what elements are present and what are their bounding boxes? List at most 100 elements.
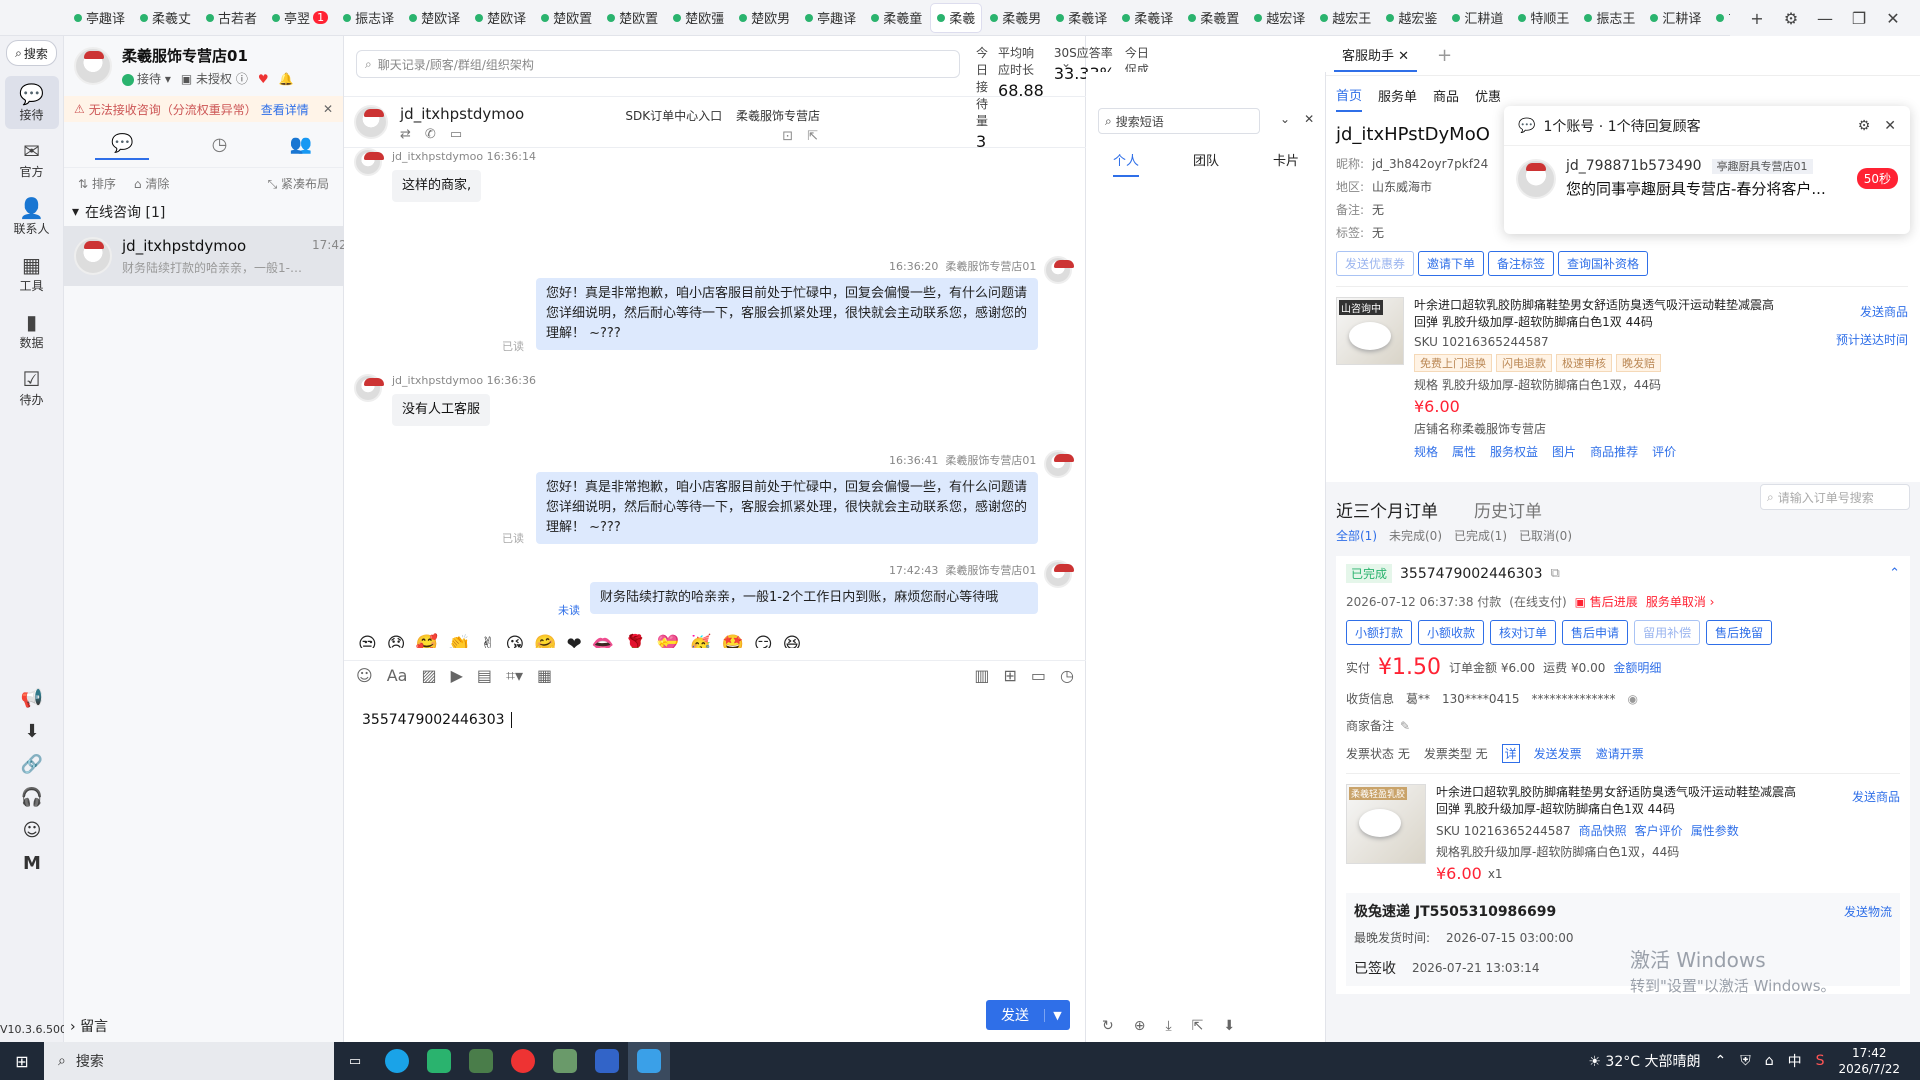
clear-button[interactable]: ⌂ 清除 bbox=[134, 175, 169, 192]
product-link[interactable]: 属性 bbox=[1452, 443, 1476, 460]
send-invoice-link[interactable]: 发送发票 bbox=[1534, 745, 1582, 762]
tab-service-order[interactable]: 服务单 bbox=[1378, 86, 1417, 105]
bot-icon[interactable]: ☺ bbox=[0, 820, 64, 841]
emoji-button[interactable]: 😞 bbox=[387, 634, 406, 648]
new-tab-button[interactable]: + bbox=[1740, 9, 1774, 28]
customer-action-button[interactable]: 备注标签 bbox=[1488, 251, 1555, 276]
compact-layout-button[interactable]: ⤡ 紧凑布局 bbox=[268, 175, 329, 192]
order-filter[interactable]: 已完成(1) bbox=[1454, 527, 1507, 544]
emoji-button[interactable]: 😒 bbox=[358, 634, 377, 648]
emoji-button[interactable]: 😆 bbox=[783, 634, 802, 648]
image-icon[interactable]: ▨ bbox=[421, 666, 436, 685]
add-icon[interactable]: ⊕ bbox=[1134, 1018, 1146, 1034]
chevron-down-icon[interactable]: ▼ bbox=[1044, 1008, 1070, 1022]
top-tab[interactable]: 亭趣译 bbox=[799, 4, 862, 32]
nav-search-button[interactable]: ⌕ 搜索 bbox=[6, 40, 57, 66]
bookmark-icon[interactable]: ⊡ bbox=[782, 129, 793, 144]
chevron-up-icon[interactable]: ⌃ bbox=[1889, 566, 1900, 581]
emoji-button[interactable]: 🥰 bbox=[416, 634, 438, 648]
comment-icon[interactable]: ▭ bbox=[1031, 666, 1046, 685]
tab-product[interactable]: 商品 bbox=[1433, 86, 1459, 105]
nav-item-2[interactable]: 👤 联系人 bbox=[5, 190, 59, 243]
auth-status[interactable]: ▣ 未授权 ⓘ bbox=[181, 70, 248, 87]
invite-invoice-link[interactable]: 邀请开票 bbox=[1596, 745, 1644, 762]
top-tab[interactable]: 亭翌 1 bbox=[266, 4, 334, 32]
export-icon[interactable]: ⇱ bbox=[1192, 1018, 1204, 1034]
megaphone-icon[interactable]: 📢 bbox=[0, 688, 64, 709]
tab-team[interactable]: 团队 bbox=[1193, 150, 1219, 177]
order-filter[interactable]: 未完成(0) bbox=[1389, 527, 1442, 544]
gear-icon[interactable]: ⚙ bbox=[1774, 9, 1808, 28]
product-link[interactable]: 图片 bbox=[1552, 443, 1576, 460]
send-product-button[interactable]: 发送商品 bbox=[1852, 788, 1900, 805]
shop-avatar[interactable] bbox=[74, 47, 112, 85]
params-link[interactable]: 属性参数 bbox=[1691, 822, 1739, 839]
emoji-button[interactable]: 🥳 bbox=[689, 634, 711, 648]
order-action-button[interactable]: 留用补偿 bbox=[1634, 620, 1701, 645]
emoji-button[interactable]: 😘 bbox=[505, 634, 524, 648]
emoji-button[interactable]: 👏 bbox=[448, 634, 470, 648]
task-view-icon[interactable]: ▭ bbox=[334, 1042, 376, 1080]
edit-icon[interactable]: ✎ bbox=[1400, 719, 1410, 733]
top-tab[interactable]: 汇耕道 bbox=[1446, 4, 1509, 32]
nav-item-4[interactable]: ▮ 数据 bbox=[5, 304, 59, 357]
transfer-icon[interactable]: ⇄ bbox=[400, 127, 411, 142]
close-icon[interactable]: ✕ bbox=[1884, 118, 1896, 134]
order-action-button[interactable]: 售后申请 bbox=[1562, 620, 1629, 645]
top-tab[interactable]: 越宏译 bbox=[1248, 4, 1311, 32]
customer-action-button[interactable]: 邀请下单 bbox=[1418, 251, 1485, 276]
tab-coupon[interactable]: 优惠 bbox=[1475, 86, 1501, 105]
message-icon[interactable]: ▭ bbox=[450, 127, 462, 142]
shield-icon[interactable]: ⛨ bbox=[1740, 1053, 1751, 1069]
top-tab[interactable]: 楚欧译 bbox=[469, 4, 532, 32]
emoji-button[interactable]: 👄 bbox=[592, 634, 614, 648]
table-icon[interactable]: ▦ bbox=[537, 666, 552, 685]
tab-personal[interactable]: 个人 bbox=[1112, 150, 1139, 177]
popup-item[interactable]: jd_798871b573490 亭趣厨具专营店01 您的同事亭趣厨具专营店-春分… bbox=[1504, 146, 1910, 211]
top-tab[interactable]: 亭趣译 bbox=[68, 4, 131, 32]
after-sale-progress[interactable]: ▣ 售后进展 bbox=[1575, 593, 1638, 610]
order-action-button[interactable]: 小额收款 bbox=[1418, 620, 1485, 645]
chevron-down-icon[interactable]: ⌄ bbox=[1061, 56, 1071, 70]
copy-icon[interactable]: ⧉ bbox=[1551, 566, 1560, 581]
online-section-header[interactable]: ▾ 在线咨询 [1] bbox=[64, 198, 343, 226]
gear-icon[interactable]: ⚙ bbox=[1858, 118, 1871, 134]
order-filter[interactable]: 已取消(0) bbox=[1519, 527, 1572, 544]
order-action-button[interactable]: 售后挽留 bbox=[1706, 620, 1773, 645]
top-tab[interactable]: 楚欧置 bbox=[535, 4, 598, 32]
top-tab[interactable]: 汇耕译 bbox=[1644, 4, 1707, 32]
product-image[interactable]: 柔羲轻盈乳胶 bbox=[1346, 784, 1426, 864]
send-product-button[interactable]: 发送商品 bbox=[1860, 303, 1908, 320]
edge-icon[interactable] bbox=[376, 1042, 418, 1080]
antivirus-icon[interactable]: S bbox=[1816, 1053, 1825, 1069]
jd-chat-icon[interactable] bbox=[628, 1042, 670, 1080]
phrase-search-input[interactable]: ⌕ 搜索短语 bbox=[1098, 108, 1260, 134]
archive-icon[interactable]: ▥ bbox=[974, 666, 989, 685]
emoji-button[interactable]: 🤩 bbox=[721, 634, 743, 648]
top-tab[interactable]: 柔羲男 bbox=[984, 4, 1047, 32]
top-tab[interactable]: 楚欧置 bbox=[601, 4, 664, 32]
product-link[interactable]: 服务权益 bbox=[1490, 443, 1538, 460]
tab-card[interactable]: 卡片 bbox=[1273, 150, 1299, 177]
emoji-button[interactable]: 🌹 bbox=[624, 634, 646, 648]
app-icon[interactable] bbox=[502, 1042, 544, 1080]
chat-tab-icon[interactable]: 💬 bbox=[95, 129, 150, 160]
folder-icon[interactable]: ▤ bbox=[477, 666, 492, 685]
top-tab[interactable]: 振志译 bbox=[337, 4, 400, 32]
top-tab[interactable]: 特顺王 bbox=[1512, 4, 1575, 32]
invoice-detail-button[interactable]: 详 bbox=[1501, 744, 1520, 763]
top-tab[interactable]: 楚欧译 bbox=[403, 4, 466, 32]
top-tab[interactable]: 柔羲童 bbox=[865, 4, 928, 32]
crop-icon[interactable]: ⌗▾ bbox=[506, 666, 523, 686]
phone-icon[interactable]: ✆ bbox=[425, 127, 436, 142]
video-icon[interactable]: ▶ bbox=[451, 666, 463, 685]
customer-action-button[interactable]: 发送优惠券 bbox=[1336, 251, 1415, 276]
history-orders-tab[interactable]: 历史订单 bbox=[1474, 497, 1542, 522]
app-icon[interactable] bbox=[460, 1042, 502, 1080]
sort-button[interactable]: ⇅ 排序 bbox=[78, 175, 116, 192]
share-icon[interactable]: ⇱ bbox=[807, 129, 818, 144]
emoji-button[interactable]: 🤗 bbox=[534, 634, 556, 648]
taskbar-clock[interactable]: 17:42 2026/7/22 bbox=[1838, 1045, 1900, 1077]
headset-icon[interactable]: 🎧 bbox=[0, 787, 64, 808]
close-icon[interactable]: ✕ bbox=[1304, 112, 1314, 126]
